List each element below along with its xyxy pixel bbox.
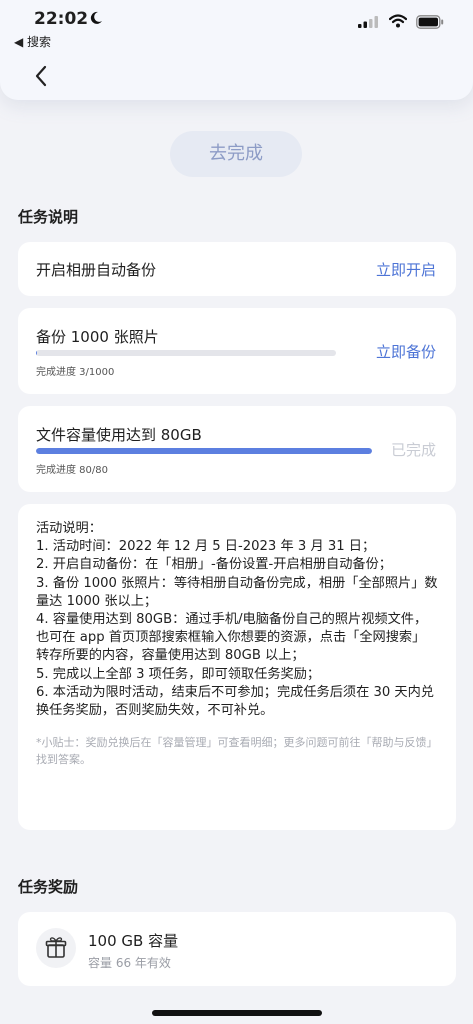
task-label: 开启相册自动备份: [36, 261, 157, 279]
task-label: 备份 1000 张照片: [36, 328, 159, 346]
reward-title: 100 GB 容量: [88, 932, 179, 950]
description-line: 1. 活动时间：2022 年 12 月 5 日-2023 年 3 月 31 日；: [36, 539, 376, 555]
backup-now-button[interactable]: 立即备份: [376, 341, 436, 362]
home-indicator: [152, 1010, 322, 1016]
task-card-backup-photos: 备份 1000 张照片 完成进度 3/1000 立即备份: [18, 308, 456, 394]
task-card-enable-backup: 开启相册自动备份 立即开启: [18, 242, 456, 296]
back-to-app-link[interactable]: ◀ 搜索: [14, 33, 51, 50]
page: 22:02 ◀ 搜索 去完成 任务说明 开启相册自动备份 立即开启 备份 100…: [0, 0, 473, 1024]
activity-description-card: 活动说明： 1. 活动时间：2022 年 12 月 5 日-2023 年 3 月 …: [18, 504, 456, 830]
progress-text: 完成进度 3/1000: [36, 367, 115, 378]
reward-card: 100 GB 容量 容量 66 年有效: [18, 912, 456, 986]
progress-fill: [36, 350, 37, 356]
progress-bar: [36, 350, 336, 356]
progress-bar: [36, 448, 372, 454]
reward-section-title: 任务奖励: [18, 878, 79, 896]
task-label: 文件容量使用达到 80GB: [36, 426, 202, 444]
progress-text: 完成进度 80/80: [36, 465, 108, 476]
reward-icon-container: [36, 928, 76, 968]
task-card-capacity: 文件容量使用达到 80GB 完成进度 80/80 已完成: [18, 406, 456, 492]
moon-icon: [90, 11, 102, 24]
completed-status: 已完成: [390, 441, 436, 459]
description-line: 2. 开启自动备份：在「相册」-备份设置-开启相册自动备份；: [36, 557, 392, 573]
go-complete-button[interactable]: 去完成: [170, 131, 302, 177]
description-line: 6. 本活动为限时活动，结束后不可参加；完成任务后须在 30 天内兑换任务奖励，…: [36, 684, 434, 719]
task-section-title: 任务说明: [18, 208, 79, 226]
wifi-icon: [389, 14, 407, 28]
description-line: 5. 完成以上全部 3 项任务，即可领取任务奖励；: [36, 666, 321, 682]
back-chevron-icon[interactable]: [30, 62, 54, 90]
header: 22:02 ◀ 搜索: [0, 0, 473, 100]
description-line: 活动说明：: [36, 521, 102, 536]
battery-icon: [416, 15, 444, 29]
progress-fill: [36, 448, 372, 454]
status-time: 22:02: [34, 9, 89, 29]
gift-icon: [45, 937, 67, 958]
description-line: 4. 容量使用达到 80GB：通过手机/电脑备份自己的照片视频文件，也可在 ap…: [36, 612, 428, 664]
activity-description-text: 活动说明： 1. 活动时间：2022 年 12 月 5 日-2023 年 3 月 …: [36, 520, 438, 720]
enable-now-button[interactable]: 立即开启: [376, 259, 436, 280]
tip-text: *小贴士：奖励兑换后在「容量管理」可查看明细；更多问题可前往「帮助与反馈」找到答…: [36, 736, 438, 767]
reward-subtitle: 容量 66 年有效: [88, 956, 171, 970]
signal-icon: [358, 16, 378, 28]
description-line: 3. 备份 1000 张照片：等待相册自动备份完成，相册「全部照片」数量达 10…: [36, 575, 438, 609]
